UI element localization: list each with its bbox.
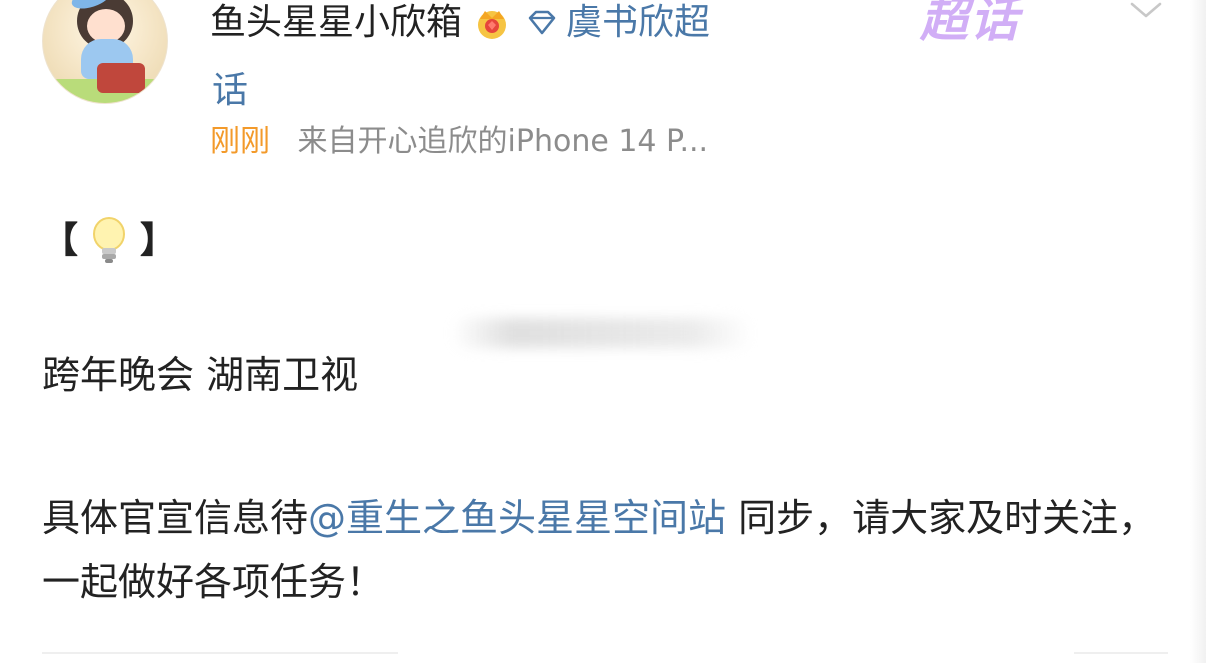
- bulb-icon: [86, 214, 132, 268]
- chevron-down-icon[interactable]: [1122, 0, 1170, 26]
- mention-link[interactable]: @重生之鱼头星星空间站: [308, 496, 726, 540]
- para-before: 具体官宣信息待: [42, 496, 309, 540]
- divider: [1074, 652, 1168, 654]
- bracket-close: 】: [140, 220, 177, 261]
- edge-shade: [1190, 0, 1206, 663]
- bracket-open: 【: [42, 220, 79, 261]
- avatar[interactable]: [42, 0, 168, 104]
- post-time: 刚刚: [210, 124, 270, 159]
- supertopic-logo: 超话: [920, 0, 1021, 48]
- crown-icon: [472, 5, 512, 41]
- announcement-text: 具体官宣信息待@重生之鱼头星星空间站 同步，请大家及时关注，一起做好各项任务！: [42, 486, 1172, 614]
- author-line: 鱼头星星小欣箱 虞书欣超: [210, 0, 710, 46]
- supertopic-link-cont[interactable]: 话: [212, 68, 248, 114]
- supertopic-link[interactable]: 虞书欣超: [566, 0, 710, 46]
- author-name[interactable]: 鱼头星星小欣箱: [210, 0, 462, 46]
- event-line: 跨年晚会 湖南卫视: [42, 353, 359, 397]
- post-source: 来自开心追欣的iPhone 14 P...: [297, 124, 709, 159]
- weibo-post: 鱼头星星小欣箱 虞书欣超 话 超话 刚刚 来自开心追欣的iPhone 14 P.…: [0, 0, 1206, 663]
- post-meta: 刚刚 来自开心追欣的iPhone 14 P...: [210, 122, 708, 162]
- divider: [42, 652, 398, 654]
- gem-icon: [524, 5, 560, 41]
- tip-line: 【 】: [42, 214, 176, 268]
- blurred-watermark: [452, 318, 752, 348]
